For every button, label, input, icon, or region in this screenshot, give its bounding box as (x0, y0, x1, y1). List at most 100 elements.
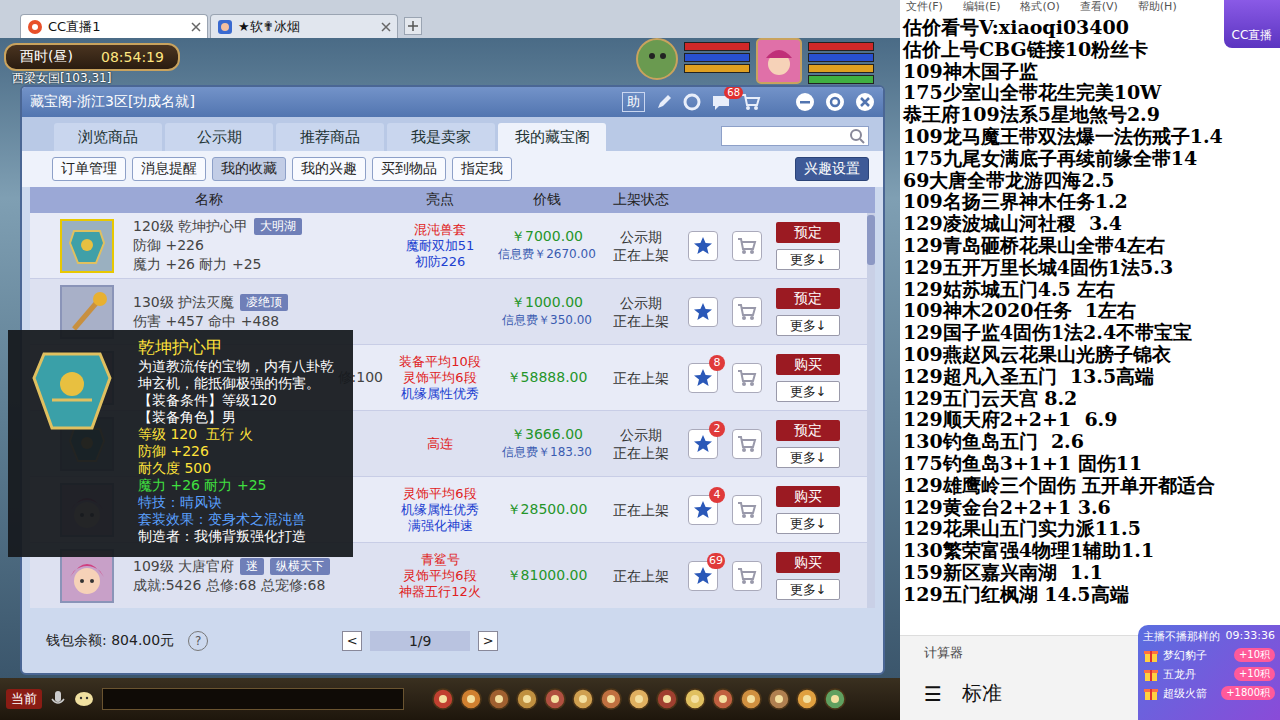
note-line: 129姑苏城五门4.5 左右 (903, 279, 1280, 301)
favorite-button[interactable]: 2 (688, 429, 718, 459)
dialog-tab[interactable]: 浏览商品 (54, 123, 162, 151)
toolbar-button-icon[interactable] (572, 688, 594, 710)
settings-icon[interactable] (825, 92, 845, 112)
add-to-cart-button[interactable] (732, 231, 762, 261)
cart-icon (737, 369, 757, 387)
item-name[interactable]: 109级 大唐官府 (133, 557, 234, 576)
toolbar-button-icon[interactable] (768, 688, 790, 710)
add-to-cart-button[interactable] (732, 495, 762, 525)
item-name[interactable]: 130级 护法灭魔 (133, 293, 234, 312)
item-detail: 防御 +226 (133, 236, 387, 255)
toolbar-button-icon[interactable] (432, 688, 454, 710)
subtab-button[interactable]: 我的收藏 (212, 157, 286, 181)
menu-item[interactable]: 编辑(E) (963, 0, 1001, 15)
cart-cell (725, 561, 769, 591)
toolbar-button-icon[interactable] (600, 688, 622, 710)
search-field[interactable] (721, 126, 869, 146)
favorite-button[interactable]: 4 (688, 495, 718, 525)
table-row[interactable]: 120级 乾坤护心甲大明湖防御 +226魔力 +26 耐力 +25混沌兽套魔耐双… (30, 213, 875, 279)
chat-channel[interactable]: 当前 (6, 689, 42, 709)
toolbar-button-icon[interactable] (516, 688, 538, 710)
menu-button[interactable]: ☰ (924, 682, 942, 706)
add-to-cart-button[interactable] (732, 363, 762, 393)
note-line: 129顺天府2+2+1 6.9 (903, 409, 1280, 431)
status-text: 正在上架 (601, 444, 681, 462)
buy-button[interactable]: 购买 (776, 486, 840, 507)
more-button[interactable]: 更多↓ (776, 579, 840, 600)
toolbar-button-icon[interactable] (796, 688, 818, 710)
more-button[interactable]: 更多↓ (776, 513, 840, 534)
gear-icon[interactable] (683, 93, 701, 111)
toolbar-button-icon[interactable] (656, 688, 678, 710)
toolbar-button-icon[interactable] (460, 688, 482, 710)
minimize-icon[interactable] (795, 92, 815, 112)
star-icon (693, 368, 713, 388)
cart-cell (725, 297, 769, 327)
buy-button[interactable]: 购买 (776, 354, 840, 375)
toolbar-button-icon[interactable] (628, 688, 650, 710)
interest-settings-button[interactable]: 兴趣设置 (795, 157, 869, 181)
favorite-cell: 8 (681, 363, 725, 393)
dialog-tab[interactable]: 推荐商品 (276, 123, 384, 151)
favorite-button[interactable] (688, 297, 718, 327)
favorite-button[interactable]: 8 (688, 363, 718, 393)
highlight-text: 灵饰平均6段 (387, 568, 493, 584)
message-button[interactable]: 68 (711, 93, 731, 111)
help-button[interactable]: ? (188, 631, 208, 651)
microphone-icon[interactable] (50, 690, 66, 708)
toolbar-button-icon[interactable] (740, 688, 762, 710)
browser-tab[interactable]: ★软✟冰烟 (210, 14, 398, 38)
item-name[interactable]: 120级 乾坤护心甲 (133, 217, 248, 236)
scrollbar[interactable] (867, 213, 875, 608)
pen-icon[interactable] (655, 93, 673, 111)
status-text: 公示期 (601, 294, 681, 312)
subtab-button[interactable]: 买到物品 (372, 157, 446, 181)
toolbar-button-icon[interactable] (488, 688, 510, 710)
more-button[interactable]: 更多↓ (776, 447, 840, 468)
dialog-tab[interactable]: 我的藏宝阁 (498, 123, 606, 151)
menu-item[interactable]: 查看(V) (1080, 0, 1118, 15)
subtab-button[interactable]: 消息提醒 (132, 157, 206, 181)
item-icon[interactable] (60, 219, 114, 273)
reserve-button[interactable]: 预定 (776, 420, 840, 441)
toolbar-button-icon[interactable] (712, 688, 734, 710)
menu-item[interactable]: 格式(O) (1020, 0, 1059, 15)
chat-input[interactable] (102, 688, 404, 710)
close-icon[interactable] (381, 22, 391, 32)
close-icon[interactable] (855, 92, 875, 112)
notes-text: 估价看号V:xiaoqi03400估价上号CBG链接10粉丝卡109神木国子监1… (900, 15, 1280, 635)
favorite-button[interactable] (688, 231, 718, 261)
toolbar-button-icon[interactable] (684, 688, 706, 710)
previous-page-button[interactable]: < (342, 631, 362, 651)
buy-button[interactable]: 购买 (776, 552, 840, 573)
dialog-tab[interactable]: 公示期 (165, 123, 273, 151)
add-to-cart-button[interactable] (732, 297, 762, 327)
reserve-button[interactable]: 预定 (776, 288, 840, 309)
help-button[interactable]: 助 (622, 92, 645, 112)
favorite-count-badge: 69 (707, 553, 725, 569)
more-button[interactable]: 更多↓ (776, 249, 840, 270)
add-to-cart-button[interactable] (732, 429, 762, 459)
subtab-button[interactable]: 订单管理 (52, 157, 126, 181)
favorite-button[interactable]: 69 (688, 561, 718, 591)
cart-icon[interactable] (741, 93, 761, 111)
reserve-button[interactable]: 预定 (776, 222, 840, 243)
browser-tab[interactable]: CC直播1 (20, 14, 208, 38)
gift-row: 超级火箭+1800积 (1143, 685, 1275, 701)
next-page-button[interactable]: > (478, 631, 498, 651)
scrollbar-thumb[interactable] (867, 215, 875, 265)
close-icon[interactable] (191, 22, 201, 32)
cart-cell (725, 231, 769, 261)
subtab-button[interactable]: 我的兴趣 (292, 157, 366, 181)
more-button[interactable]: 更多↓ (776, 381, 840, 402)
menu-item[interactable]: 文件(F) (906, 0, 943, 15)
emoji-icon[interactable] (74, 690, 94, 708)
dialog-tab[interactable]: 我是卖家 (387, 123, 495, 151)
menu-item[interactable]: 帮助(H) (1138, 0, 1177, 15)
new-tab-icon[interactable] (404, 17, 422, 35)
toolbar-button-icon[interactable] (824, 688, 846, 710)
subtab-button[interactable]: 指定我 (452, 157, 512, 181)
more-button[interactable]: 更多↓ (776, 315, 840, 336)
add-to-cart-button[interactable] (732, 561, 762, 591)
toolbar-button-icon[interactable] (544, 688, 566, 710)
